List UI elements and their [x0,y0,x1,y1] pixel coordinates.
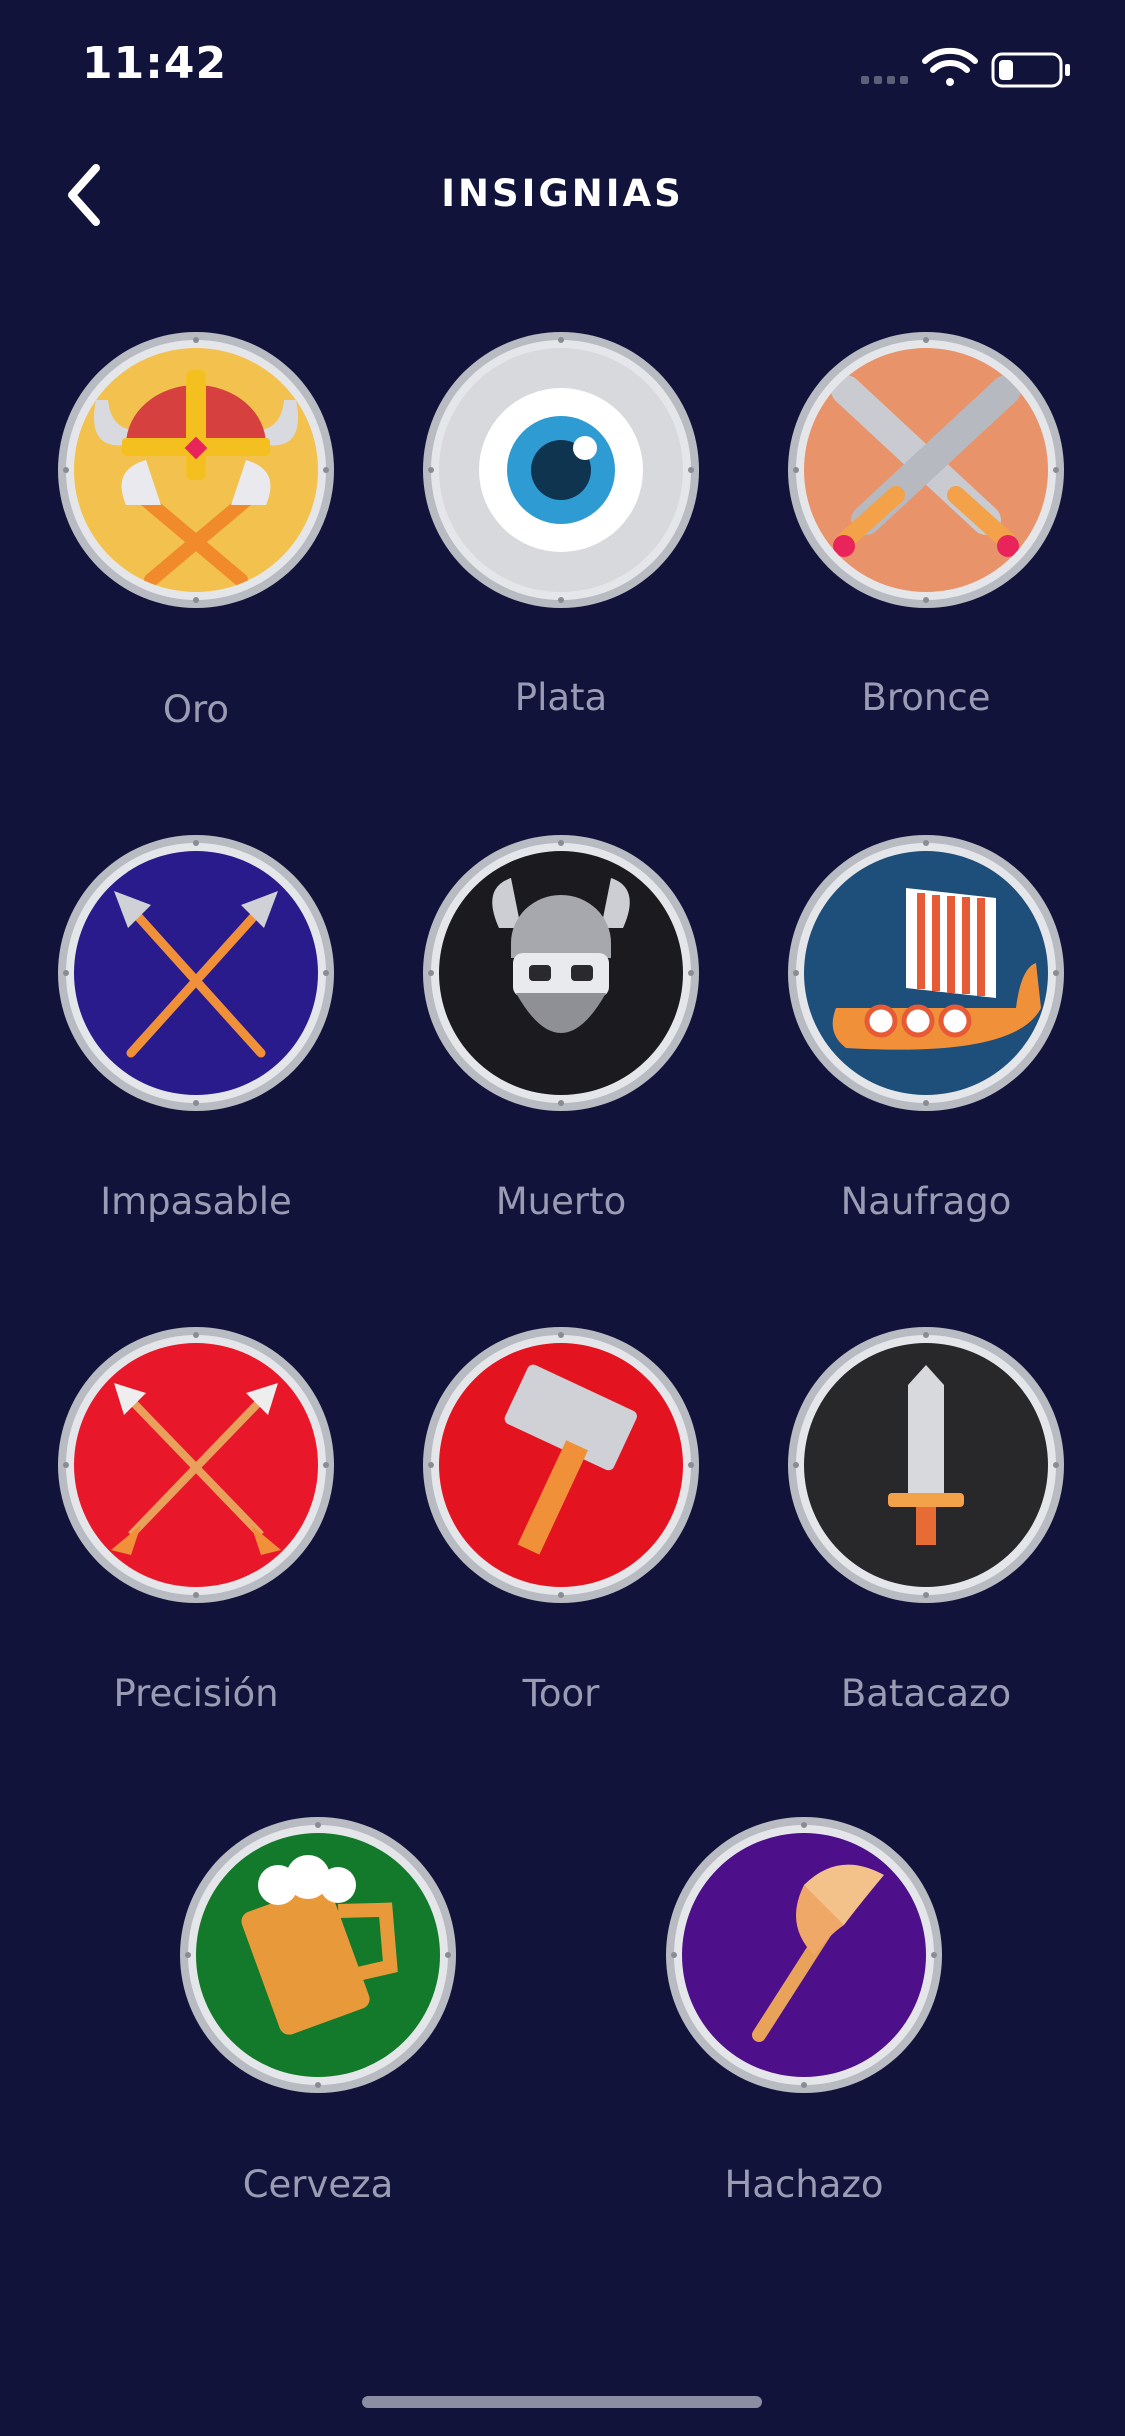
badge-label: Toor [522,1672,600,1715]
nav-header: INSIGNIAS [0,150,1125,240]
badge-label: Hachazo [724,2163,884,2206]
badge-medal[interactable] [56,833,336,1113]
home-indicator [362,2396,762,2408]
cellular-signal-icon [861,76,908,84]
badge-label: Bronce [861,676,991,719]
page-title: INSIGNIAS [441,172,684,215]
badge-medal[interactable] [786,833,1066,1113]
badge-label: Impasable [100,1180,292,1223]
badge-label: Oro [162,688,230,731]
badge-medal[interactable] [56,1325,336,1605]
badge-label: Batacazo [840,1672,1012,1715]
badge-label: Muerto [495,1180,627,1223]
status-icons [861,44,1081,94]
battery-icon [991,52,1070,88]
badge-medal[interactable] [421,1325,701,1605]
eye-icon [479,388,643,552]
badge-label: Naufrago [840,1180,1012,1223]
status-time: 11:42 [82,38,228,89]
badge-medal[interactable] [56,330,336,610]
badge-medal[interactable] [421,833,701,1113]
badge-label: Plata [514,676,608,719]
badge-medal[interactable] [664,1815,944,2095]
badge-medal[interactable] [786,1325,1066,1605]
badge-medal[interactable] [421,330,701,610]
badge-label: Cerveza [242,2163,394,2206]
wifi-icon [922,47,978,86]
badge-medal[interactable] [786,330,1066,610]
badge-label: Precisión [113,1672,279,1715]
badge-medal[interactable] [178,1815,458,2095]
status-bar: 11:42 [0,0,1125,140]
